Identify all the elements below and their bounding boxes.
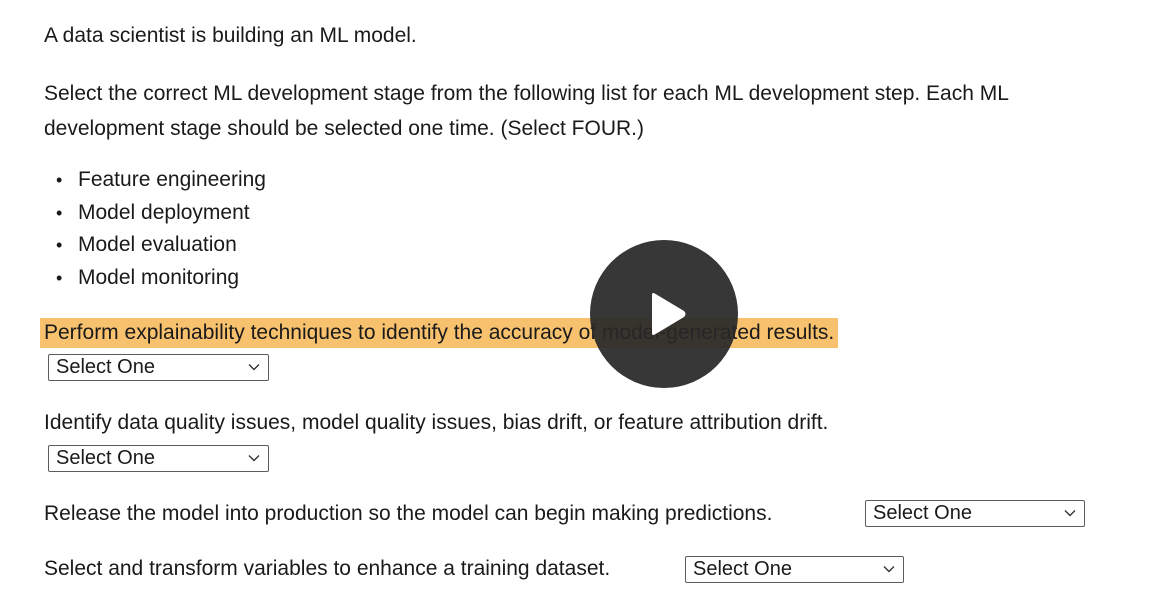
question-3-text: Release the model into production so the… <box>44 502 773 525</box>
option-label: Model deployment <box>78 200 250 224</box>
select-value: Select One <box>693 558 792 580</box>
question-3-select[interactable]: Select One <box>865 500 1085 527</box>
chevron-down-icon <box>248 364 260 371</box>
list-item: • Feature engineering <box>56 166 266 199</box>
option-label: Feature engineering <box>78 168 266 191</box>
bullet-icon: • <box>56 235 63 255</box>
list-item: • Model monitoring <box>56 264 266 297</box>
chevron-down-icon <box>248 455 260 462</box>
question-2-text: Identify data quality issues, model qual… <box>44 411 829 434</box>
option-label: Model evaluation <box>78 233 237 256</box>
option-label: Model monitoring <box>78 265 240 289</box>
instructions-text: Select the correct ML development stage … <box>44 82 1009 140</box>
list-item: • Model evaluation <box>56 231 266 264</box>
chevron-down-icon <box>1064 510 1076 517</box>
intro-text: A data scientist is building an ML model… <box>44 24 417 47</box>
select-value: Select One <box>873 502 972 524</box>
select-value: Select One <box>56 447 155 469</box>
list-item: • Model deployment <box>56 199 266 232</box>
stage-options-list: • Feature engineering • Model deployment •… <box>56 166 266 296</box>
bullet-icon: • <box>56 202 63 223</box>
question-2-select[interactable]: Select One <box>48 445 269 472</box>
video-play-button[interactable] <box>590 240 738 388</box>
chevron-down-icon <box>883 566 895 573</box>
bullet-icon: • <box>56 170 63 190</box>
bullet-icon: • <box>56 267 63 288</box>
play-icon <box>652 293 686 335</box>
question-4-select[interactable]: Select One <box>685 556 904 583</box>
select-value: Select One <box>56 356 155 378</box>
question-1-select[interactable]: Select One <box>48 354 269 381</box>
question-4-text: Select and transform variables to enhanc… <box>44 557 611 580</box>
